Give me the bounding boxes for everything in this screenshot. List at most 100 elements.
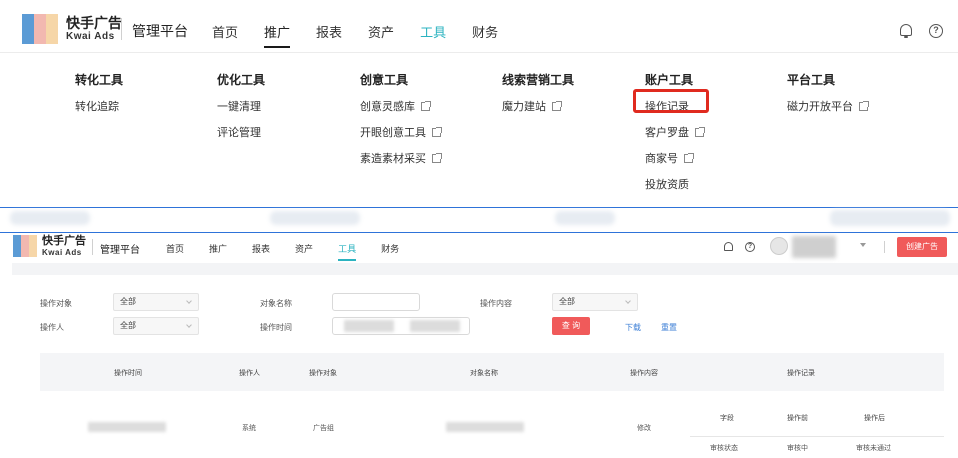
menu-item-magic-site-builder[interactable]: 魔力建站 — [502, 98, 574, 113]
logo-text: 快手广告 Kwai Ads — [42, 234, 86, 257]
select-value: 全部 — [120, 321, 136, 330]
account-name-redacted — [792, 236, 836, 258]
avatar[interactable] — [770, 237, 788, 255]
column-header: 操作时间 — [114, 370, 142, 377]
brand-name-cn: 快手广告 — [42, 234, 86, 247]
menu-item-customer-compass[interactable]: 客户罗盘 — [645, 124, 705, 139]
filter-label-content: 操作内容 — [480, 299, 512, 308]
redacted-area — [270, 211, 360, 225]
external-link-icon — [859, 101, 869, 111]
help-circle-icon[interactable]: ? — [745, 242, 755, 252]
brand-name-en: Kwai Ads — [42, 247, 82, 257]
menu-item-material-purchase[interactable]: 素造素材采买 — [360, 150, 442, 165]
menu-item-comment-management[interactable]: 评论管理 — [217, 124, 265, 139]
logo-block — [22, 14, 34, 44]
header-divider — [884, 241, 885, 253]
nav-reports[interactable]: 报表 — [252, 242, 270, 262]
column-header: 对象名称 — [470, 370, 498, 377]
chevron-down-icon[interactable] — [860, 243, 866, 247]
nav-tools[interactable]: 工具 — [420, 22, 446, 52]
nav-reports[interactable]: 报表 — [316, 22, 342, 52]
header-divider — [121, 18, 122, 40]
logo-text: 快手广告 Kwai Ads — [66, 16, 122, 42]
sub-table-divider — [690, 436, 944, 437]
menu-item-merchant-account[interactable]: 商家号 — [645, 150, 704, 165]
menu-item-conversion-tracking[interactable]: 转化追踪 — [75, 98, 123, 113]
nav-promotion[interactable]: 推广 — [264, 22, 291, 52]
nav-assets[interactable]: 资产 — [295, 242, 313, 262]
platform-title: 管理平台 — [100, 245, 140, 256]
logo-block — [46, 14, 58, 44]
logo-mark — [13, 235, 37, 257]
external-link-icon — [684, 153, 694, 163]
logo-block — [13, 235, 21, 257]
brand-logo[interactable]: 快手广告 Kwai Ads — [13, 235, 86, 257]
menu-column-account: 账户工具 操作记录 客户罗盘 商家号 投放资质 — [645, 71, 705, 191]
object-name-input[interactable] — [332, 293, 420, 311]
nav-home[interactable]: 首页 — [212, 22, 238, 52]
query-button[interactable]: 查 询 — [552, 317, 590, 335]
menu-item-label: 转化追踪 — [75, 101, 119, 113]
nav-finance[interactable]: 财务 — [381, 242, 399, 262]
date-redacted — [344, 320, 394, 332]
nav-tools[interactable]: 工具 — [338, 242, 357, 262]
menu-item-label: 商家号 — [645, 153, 678, 165]
menu-item-one-click-clean[interactable]: 一键清理 — [217, 98, 265, 113]
date-redacted — [410, 320, 460, 332]
platform-title: 管理平台 — [132, 23, 188, 39]
cell-object: 广告组 — [313, 425, 334, 432]
header-bottom-border — [0, 52, 958, 53]
object-select[interactable]: 全部 — [113, 293, 199, 311]
reset-link[interactable]: 重置 — [661, 322, 677, 333]
download-link[interactable]: 下载 — [625, 322, 641, 333]
main-nav: 首页 推广 报表 资产 工具 财务 — [212, 22, 524, 52]
operator-select[interactable]: 全部 — [113, 317, 199, 335]
menu-item-ad-qualification[interactable]: 投放资质 — [645, 176, 704, 191]
sub-column-header: 操作后 — [864, 415, 885, 422]
menu-item-label: 评论管理 — [217, 127, 261, 139]
chevron-down-icon — [625, 298, 631, 304]
brand-name-en: Kwai Ads — [66, 31, 115, 42]
menu-item-creative-inspiration[interactable]: 创意灵感库 — [360, 98, 441, 113]
object-name-redacted — [446, 422, 524, 432]
menu-column-creative: 创意工具 创意灵感库 开眼创意工具 素造素材采买 — [360, 71, 442, 165]
bell-icon[interactable] — [724, 242, 733, 251]
menu-item-kaiyan-creative[interactable]: 开眼创意工具 — [360, 124, 442, 139]
menu-item-magnetic-open-platform[interactable]: 磁力开放平台 — [787, 98, 869, 113]
cell-operator: 系统 — [242, 425, 256, 432]
page-header: 快手广告 Kwai Ads 管理平台 首页 推广 报表 资产 工具 财务 ? 创… — [0, 233, 958, 263]
menu-item-label: 客户罗盘 — [645, 127, 689, 139]
menu-column-title: 优化工具 — [217, 73, 266, 87]
nav-home[interactable]: 首页 — [166, 242, 184, 262]
brand-name-cn: 快手广告 — [66, 15, 122, 31]
filter-label-object-name: 对象名称 — [260, 299, 292, 308]
menu-item-label: 磁力开放平台 — [787, 101, 853, 113]
create-ad-button[interactable]: 创建广告 — [897, 237, 947, 257]
time-redacted — [88, 422, 166, 432]
sub-column-header: 字段 — [720, 415, 734, 422]
external-link-icon — [695, 127, 705, 137]
redacted-area — [555, 211, 615, 225]
content-select[interactable]: 全部 — [552, 293, 638, 311]
external-link-icon — [432, 127, 442, 137]
bell-icon[interactable] — [900, 24, 912, 38]
screenshot-divider — [0, 207, 958, 233]
menu-item-operation-log[interactable]: 操作记录 — [645, 98, 704, 113]
menu-column-title: 线索营销工具 — [502, 73, 575, 87]
column-header: 操作人 — [239, 370, 260, 377]
cell-content: 修改 — [637, 425, 651, 432]
nav-promotion[interactable]: 推广 — [209, 242, 227, 262]
table-header: 操作时间 操作人 操作对象 对象名称 操作内容 操作记录 — [40, 353, 944, 391]
redacted-area — [10, 211, 90, 225]
brand-logo[interactable]: 快手广告 Kwai Ads — [22, 14, 122, 44]
select-value: 全部 — [559, 297, 575, 306]
menu-item-label: 素造素材采买 — [360, 153, 426, 165]
menu-item-label: 投放资质 — [645, 179, 689, 191]
main-nav: 首页 推广 报表 资产 工具 财务 — [166, 242, 424, 262]
nav-finance[interactable]: 财务 — [472, 22, 498, 52]
select-value: 全部 — [120, 297, 136, 306]
content-gutter — [12, 263, 958, 275]
help-circle-icon[interactable]: ? — [929, 24, 943, 38]
nav-assets[interactable]: 资产 — [368, 22, 394, 52]
menu-column-lead-marketing: 线索营销工具 魔力建站 — [502, 71, 574, 113]
